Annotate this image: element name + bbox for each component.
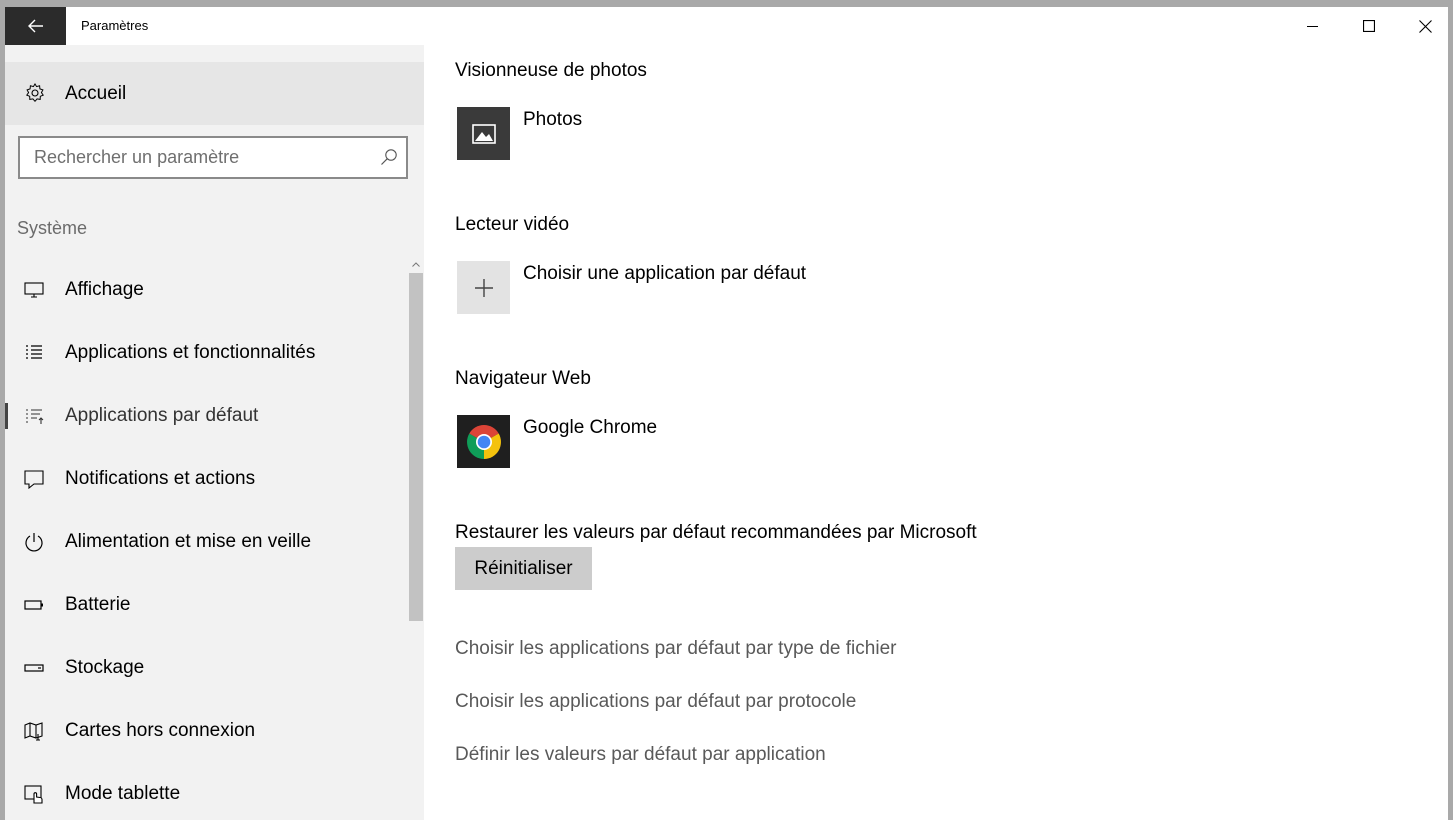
web-browser-app-name: Google Chrome bbox=[523, 417, 658, 438]
link-by-protocol[interactable]: Choisir les applications par défaut par … bbox=[455, 691, 856, 713]
search-icon[interactable] bbox=[380, 148, 398, 166]
back-button[interactable] bbox=[5, 7, 66, 45]
maximize-icon bbox=[1363, 20, 1375, 32]
minimize-icon bbox=[1307, 26, 1318, 27]
search-box bbox=[18, 136, 408, 179]
sidebar-item-batterie[interactable]: Batterie bbox=[5, 574, 407, 637]
home-label: Accueil bbox=[65, 83, 127, 104]
reset-button[interactable]: Réinitialiser bbox=[455, 547, 592, 590]
sidebar-item-label: Cartes hors connexion bbox=[65, 720, 256, 741]
search-input[interactable] bbox=[20, 138, 370, 177]
chrome-app-tile bbox=[457, 415, 510, 468]
scroll-up-button[interactable] bbox=[408, 257, 424, 271]
battery-icon bbox=[24, 600, 43, 610]
web-browser-heading: Navigateur Web bbox=[455, 368, 591, 389]
list-icon bbox=[26, 345, 42, 359]
window-title: Paramètres bbox=[81, 18, 149, 33]
photos-icon bbox=[471, 123, 496, 144]
minimize-button[interactable] bbox=[1290, 7, 1336, 45]
sidebar-item-label: Mode tablette bbox=[65, 783, 181, 804]
sidebar-item-affichage[interactable]: Affichage bbox=[5, 259, 407, 322]
link-by-app[interactable]: Définir les valeurs par défaut par appli… bbox=[455, 744, 826, 766]
sidebar-item-label: Alimentation et mise en veille bbox=[65, 531, 312, 552]
add-app-tile bbox=[457, 261, 510, 314]
video-player-app-button[interactable]: Choisir une application par défaut bbox=[457, 261, 1157, 317]
close-button[interactable] bbox=[1402, 7, 1448, 45]
sidebar-item-cartes[interactable]: Cartes hors connexion bbox=[5, 700, 407, 763]
active-indicator bbox=[5, 403, 8, 429]
video-player-heading: Lecteur vidéo bbox=[455, 214, 570, 235]
sidebar-item-label: Affichage bbox=[65, 279, 144, 300]
notification-icon bbox=[24, 470, 44, 490]
tablet-mode-icon bbox=[24, 785, 43, 804]
sidebar-item-alimentation[interactable]: Alimentation et mise en veille bbox=[5, 511, 407, 574]
photo-viewer-app-name: Photos bbox=[523, 109, 583, 130]
sidebar-item-label: Applications et fonctionnalités bbox=[65, 342, 316, 363]
home-nav-item[interactable]: Accueil bbox=[5, 62, 424, 125]
sidebar-item-notifications[interactable]: Notifications et actions bbox=[5, 448, 407, 511]
sidebar-item-applications-fonctionnalites[interactable]: Applications et fonctionnalités bbox=[5, 322, 407, 385]
scrollbar-thumb[interactable] bbox=[409, 273, 423, 621]
sidebar-item-label: Stockage bbox=[65, 657, 145, 678]
sidebar-scrollbar[interactable] bbox=[408, 255, 424, 820]
sidebar-item-applications-par-defaut[interactable]: Applications par défaut bbox=[5, 385, 407, 448]
title-bar: Paramètres bbox=[5, 7, 1448, 45]
photo-viewer-heading: Visionneuse de photos bbox=[455, 60, 647, 81]
power-icon bbox=[25, 533, 43, 552]
monitor-icon bbox=[24, 282, 44, 298]
section-label: Système bbox=[17, 218, 88, 238]
map-icon bbox=[24, 722, 43, 741]
web-browser-app-button[interactable]: Google Chrome bbox=[457, 415, 1157, 471]
sidebar-item-label: Notifications et actions bbox=[65, 468, 256, 489]
photos-app-tile bbox=[457, 107, 510, 160]
sidebar-item-label: Batterie bbox=[65, 594, 131, 615]
sidebar-item-stockage[interactable]: Stockage bbox=[5, 637, 407, 700]
photo-viewer-app-button[interactable]: Photos bbox=[457, 107, 1157, 163]
storage-icon bbox=[24, 664, 44, 672]
plus-icon bbox=[474, 278, 493, 297]
sidebar-item-label: Applications par défaut bbox=[65, 405, 259, 426]
chrome-icon bbox=[466, 424, 501, 459]
sidebar: Accueil Système Affichage Applications e… bbox=[5, 45, 424, 820]
restore-heading: Restaurer les valeurs par défaut recomma… bbox=[455, 522, 977, 543]
gear-icon bbox=[26, 83, 44, 103]
video-player-app-name: Choisir une application par défaut bbox=[523, 263, 807, 284]
link-by-file-type[interactable]: Choisir les applications par défaut par … bbox=[455, 638, 896, 660]
maximize-button[interactable] bbox=[1346, 7, 1392, 45]
default-apps-icon bbox=[26, 409, 44, 424]
back-arrow-icon bbox=[27, 19, 43, 33]
main-content: Visionneuse de photos Photos Lecteur vid… bbox=[424, 45, 1448, 820]
close-icon bbox=[1418, 19, 1432, 33]
settings-window: Paramètres Accueil Système bbox=[5, 7, 1448, 820]
chevron-up-icon bbox=[412, 261, 420, 267]
sidebar-item-mode-tablette[interactable]: Mode tablette bbox=[5, 763, 407, 820]
